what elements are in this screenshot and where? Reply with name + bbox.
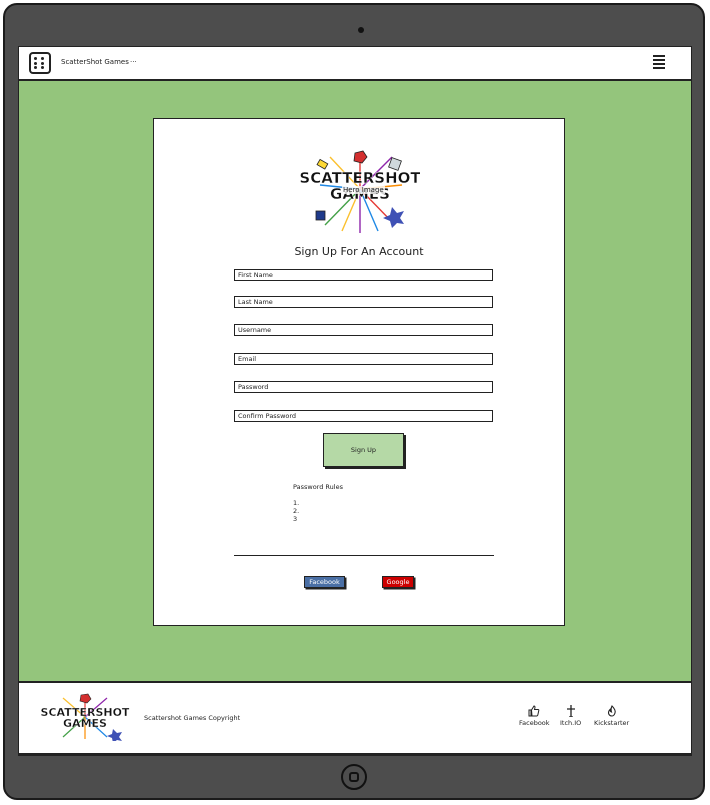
flame-icon bbox=[607, 705, 616, 717]
footer-link-itchio[interactable]: Itch.IO bbox=[560, 705, 581, 727]
first-name-field[interactable]: First Name bbox=[234, 269, 493, 281]
footer-link-facebook[interactable]: Facebook bbox=[519, 705, 550, 727]
last-name-field[interactable]: Last Name bbox=[234, 296, 493, 308]
password-rules-title: Password Rules bbox=[293, 483, 343, 491]
screen: ScatterShot Games ... SCATTERSHOT GAMES … bbox=[18, 46, 692, 756]
brand-ellipsis: ... bbox=[130, 56, 137, 64]
copyright-text: Scattershot Games Copyright bbox=[144, 714, 241, 722]
password-rule-1: 1. bbox=[293, 499, 300, 507]
password-rule-2: 2. bbox=[293, 507, 300, 515]
footer-link-itchio-label: Itch.IO bbox=[560, 719, 582, 727]
top-navbar: ScatterShot Games ... bbox=[19, 47, 691, 81]
signup-card: SCATTERSHOT GAMES Hero Image Sign Up For… bbox=[153, 118, 565, 626]
facebook-login-button[interactable]: Facebook bbox=[304, 576, 345, 588]
footer-link-kickstarter[interactable]: Kickstarter bbox=[594, 705, 629, 727]
home-button-icon[interactable] bbox=[341, 764, 367, 790]
hero-image-label: Hero Image bbox=[342, 186, 385, 194]
footer-link-facebook-label: Facebook bbox=[519, 719, 550, 727]
brand-name[interactable]: ScatterShot Games bbox=[61, 58, 129, 66]
camera-dot bbox=[358, 27, 364, 33]
footer: SCATTERSHOT GAMES Scattershot Games Copy… bbox=[19, 681, 691, 755]
username-field[interactable]: Username bbox=[234, 324, 493, 336]
sign-up-button[interactable]: Sign Up bbox=[323, 433, 404, 467]
divider bbox=[234, 555, 494, 556]
itchio-icon bbox=[566, 705, 575, 717]
form-title: Sign Up For An Account bbox=[294, 245, 424, 258]
password-rule-3: 3 bbox=[293, 515, 298, 523]
google-login-button[interactable]: Google bbox=[382, 576, 414, 588]
confirm-password-field[interactable]: Confirm Password bbox=[234, 410, 493, 422]
footer-logo-text-2: GAMES bbox=[63, 717, 107, 730]
email-field[interactable]: Email bbox=[234, 353, 493, 365]
password-field[interactable]: Password bbox=[234, 381, 493, 393]
footer-link-kickstarter-label: Kickstarter bbox=[594, 719, 630, 727]
dice-logo-icon[interactable] bbox=[29, 52, 51, 74]
footer-logo[interactable]: SCATTERSHOT GAMES bbox=[35, 693, 135, 741]
main-area: SCATTERSHOT GAMES Hero Image Sign Up For… bbox=[19, 81, 691, 681]
hamburger-menu-icon[interactable] bbox=[653, 55, 665, 71]
thumbs-up-icon bbox=[528, 705, 540, 717]
